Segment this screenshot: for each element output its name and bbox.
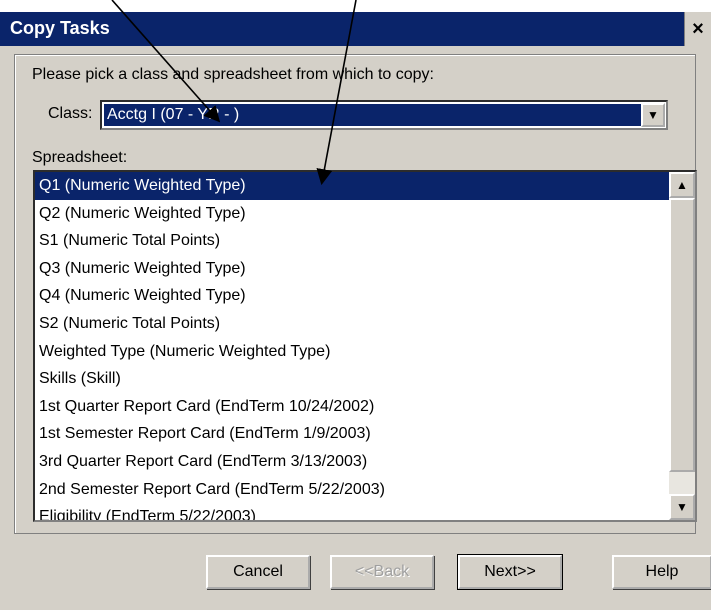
cancel-button[interactable]: Cancel <box>206 555 310 589</box>
list-item[interactable]: Q2 (Numeric Weighted Type) <box>35 200 669 228</box>
title-bar[interactable]: Copy Tasks × <box>0 12 711 46</box>
list-item[interactable]: S2 (Numeric Total Points) <box>35 310 669 338</box>
vertical-scrollbar[interactable]: ▲ ▼ <box>669 172 695 520</box>
class-combobox[interactable]: Acctg I (07 - YR - ) ▼ <box>100 100 668 130</box>
scroll-thumb[interactable] <box>669 198 695 472</box>
spreadsheet-listbox[interactable]: Q1 (Numeric Weighted Type) Q2 (Numeric We… <box>33 170 697 522</box>
class-selected-value: Acctg I (07 - YR - ) <box>103 103 643 127</box>
scroll-down-icon[interactable]: ▼ <box>669 494 695 520</box>
instruction-text: Please pick a class and spreadsheet from… <box>32 66 434 83</box>
list-item[interactable]: 2nd Semester Report Card (EndTerm 5/22/2… <box>35 476 669 504</box>
close-button[interactable]: × <box>684 12 711 46</box>
list-item[interactable]: Q4 (Numeric Weighted Type) <box>35 282 669 310</box>
list-item[interactable]: Skills (Skill) <box>35 365 669 393</box>
list-item[interactable]: 1st Semester Report Card (EndTerm 1/9/20… <box>35 420 669 448</box>
class-label: Class: <box>48 105 93 122</box>
window-title: Copy Tasks <box>10 18 110 38</box>
chevron-down-icon[interactable]: ▼ <box>641 103 665 127</box>
list-item[interactable]: S1 (Numeric Total Points) <box>35 227 669 255</box>
top-margin <box>0 0 711 12</box>
spreadsheet-list: Q1 (Numeric Weighted Type) Q2 (Numeric We… <box>35 172 669 520</box>
list-item[interactable]: Eligibility (EndTerm 5/22/2003) <box>35 503 669 520</box>
help-button[interactable]: Help <box>612 555 711 589</box>
back-button[interactable]: <<Back <box>330 555 434 589</box>
scroll-up-icon[interactable]: ▲ <box>669 172 695 198</box>
list-item[interactable]: 3rd Quarter Report Card (EndTerm 3/13/20… <box>35 448 669 476</box>
list-item[interactable]: 1st Quarter Report Card (EndTerm 10/24/2… <box>35 393 669 421</box>
list-item[interactable]: Q1 (Numeric Weighted Type) <box>35 172 669 200</box>
copy-tasks-dialog: Copy Tasks × Please pick a class and spr… <box>0 0 711 610</box>
list-item[interactable]: Weighted Type (Numeric Weighted Type) <box>35 338 669 366</box>
next-button[interactable]: Next>> <box>457 554 563 590</box>
spreadsheet-label: Spreadsheet: <box>32 149 128 166</box>
list-item[interactable]: Q3 (Numeric Weighted Type) <box>35 255 669 283</box>
